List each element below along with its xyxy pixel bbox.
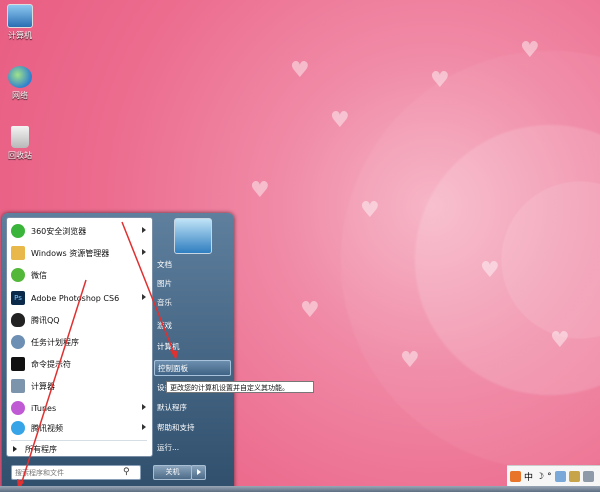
right-item-documents[interactable]: 文档 [154, 257, 231, 273]
shutdown-options-arrow[interactable] [191, 465, 206, 480]
control-panel-tooltip: 更改您的计算机设置并自定义其功能。 [166, 381, 314, 393]
heart-decoration: ♥ [300, 298, 320, 323]
heart-decoration: ♥ [520, 38, 540, 63]
task-scheduler-icon [11, 335, 25, 349]
program-label: 任务计划程序 [31, 337, 79, 347]
search-input[interactable] [12, 467, 123, 478]
program-label: 命令提示符 [31, 359, 71, 369]
desktop-icon-network[interactable]: 网络 [0, 66, 40, 101]
wechat-icon [11, 268, 25, 282]
search-icon[interactable]: ⚲ [123, 468, 132, 477]
start-menu: 360安全浏览器 Windows 资源管理器 微信 Ps Adobe Photo… [2, 213, 234, 490]
submenu-arrow-icon[interactable] [142, 249, 146, 255]
program-item-calculator[interactable]: 计算器 [7, 376, 152, 396]
itunes-icon [11, 401, 25, 415]
heart-decoration: ♥ [290, 58, 310, 83]
command-prompt-icon [11, 357, 25, 371]
computer-icon [7, 4, 33, 28]
program-label: Windows 资源管理器 [31, 248, 110, 258]
program-label: 360安全浏览器 [31, 226, 87, 236]
program-item-wechat[interactable]: 微信 [7, 265, 152, 285]
network-icon [8, 66, 32, 88]
program-item-360-browser[interactable]: 360安全浏览器 [7, 221, 152, 241]
right-item-run[interactable]: 运行... [154, 440, 231, 456]
punctuation-icon[interactable]: ° [547, 472, 552, 482]
all-programs-label: 所有程序 [25, 444, 57, 454]
heart-decoration: ♥ [480, 258, 500, 283]
program-item-tencent-video[interactable]: 腾讯视频 [7, 418, 152, 438]
desktop-icon-label: 回收站 [8, 151, 32, 160]
user-tray-icon[interactable] [568, 471, 580, 482]
program-item-itunes[interactable]: iTunes [7, 398, 152, 418]
desktop-icon-recycle-bin[interactable]: 回收站 [0, 126, 40, 161]
settings-icon[interactable] [582, 471, 594, 482]
program-label: 腾讯QQ [31, 315, 60, 325]
submenu-arrow-icon[interactable] [142, 424, 146, 430]
right-item-default-programs[interactable]: 默认程序 [154, 400, 231, 416]
360-browser-icon [11, 224, 25, 238]
desktop-icon-computer[interactable]: 计算机 [0, 4, 40, 41]
qq-penguin-icon [11, 313, 25, 327]
calculator-icon [11, 379, 25, 393]
start-search-box[interactable]: ⚲ [11, 465, 141, 480]
heart-decoration: ♥ [330, 108, 350, 133]
recycle-bin-icon [11, 126, 29, 148]
right-item-games[interactable]: 游戏 [154, 318, 231, 334]
ime-indicator[interactable]: 中 [524, 470, 533, 483]
start-menu-programs-pane: 360安全浏览器 Windows 资源管理器 微信 Ps Adobe Photo… [6, 217, 153, 457]
shutdown-button[interactable]: 关机 [153, 465, 192, 480]
heart-decoration: ♥ [250, 178, 270, 203]
taskbar [0, 486, 600, 492]
submenu-arrow-icon[interactable] [142, 294, 146, 300]
heart-decoration: ♥ [550, 328, 570, 353]
program-label: Adobe Photoshop CS6 [31, 293, 120, 303]
right-item-music[interactable]: 音乐 [154, 295, 231, 311]
desktop-icon-label: 网络 [12, 91, 28, 100]
program-item-task-scheduler[interactable]: 任务计划程序 [7, 332, 152, 352]
program-item-command-prompt[interactable]: 命令提示符 [7, 354, 152, 374]
right-item-computer[interactable]: 计算机 [154, 339, 231, 355]
tencent-video-icon [11, 421, 25, 435]
right-item-control-panel[interactable]: 控制面板 [154, 360, 231, 376]
explorer-folder-icon [11, 246, 25, 260]
moon-icon[interactable]: ☽ [536, 472, 544, 482]
desktop-icon-label: 计算机 [8, 31, 32, 40]
program-label: 腾讯视频 [31, 423, 63, 433]
right-item-help-support[interactable]: 帮助和支持 [154, 420, 231, 436]
program-label: iTunes [31, 403, 57, 413]
program-label: 微信 [31, 270, 47, 280]
app-tray-icon[interactable] [510, 471, 521, 482]
heart-decoration: ♥ [360, 198, 380, 223]
triangle-right-icon [13, 446, 17, 452]
menu-separator [11, 440, 147, 441]
program-label: 计算器 [31, 381, 55, 391]
submenu-arrow-icon[interactable] [142, 404, 146, 410]
right-item-pictures[interactable]: 图片 [154, 276, 231, 292]
program-item-qq[interactable]: 腾讯QQ [7, 310, 152, 330]
program-item-windows-explorer[interactable]: Windows 资源管理器 [7, 243, 152, 263]
system-tray: 中 ☽ ° [507, 465, 600, 487]
user-account-picture[interactable] [174, 218, 212, 254]
program-item-photoshop[interactable]: Ps Adobe Photoshop CS6 [7, 288, 152, 308]
heart-decoration: ♥ [430, 68, 450, 93]
photoshop-icon: Ps [11, 291, 25, 305]
keyboard-icon[interactable] [554, 471, 566, 482]
heart-decoration: ♥ [400, 348, 420, 373]
submenu-arrow-icon[interactable] [142, 227, 146, 233]
all-programs-button[interactable]: 所有程序 [7, 442, 152, 456]
